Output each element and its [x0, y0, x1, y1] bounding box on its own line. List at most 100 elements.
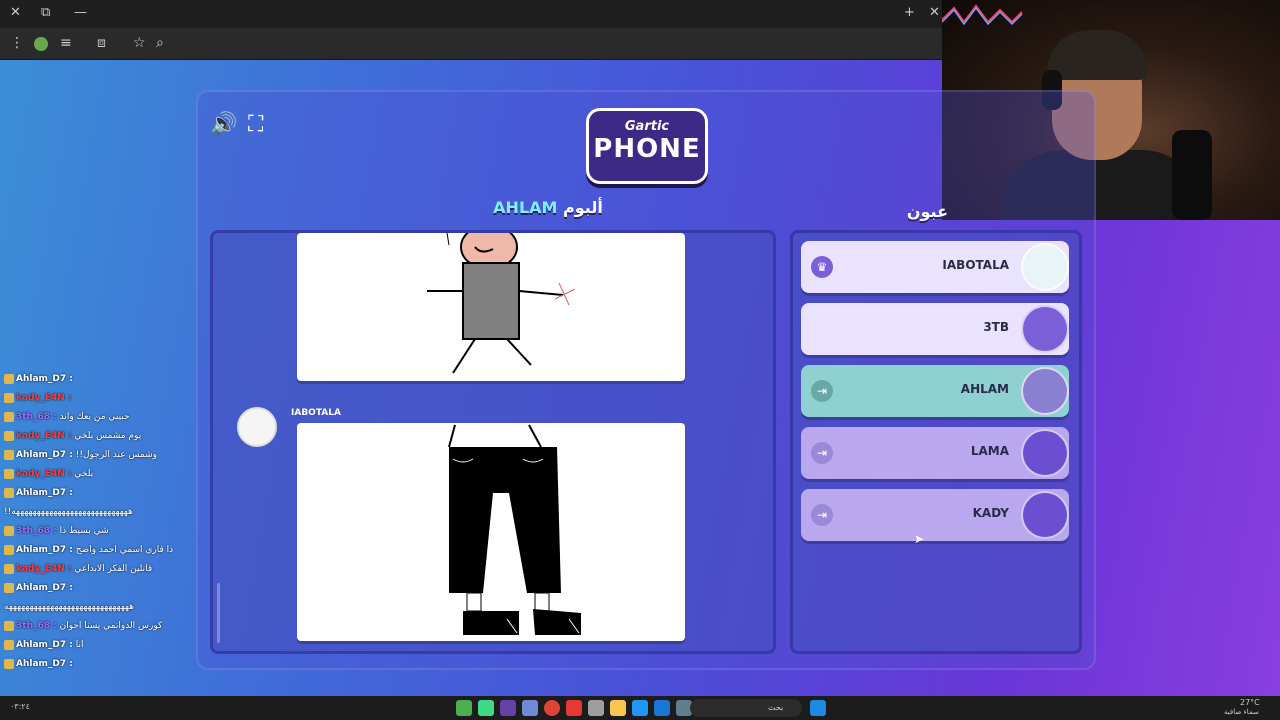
app-icon-7[interactable]	[588, 700, 604, 716]
menu-icon[interactable]: ⋮	[10, 35, 24, 51]
chat-username[interactable]: kady_E4N :	[16, 469, 72, 479]
chat-text: !!ههههههههههههههههههههههههههههه	[4, 507, 133, 517]
chat-message: 3th_68 : شي بسيط ذا	[0, 522, 196, 541]
player-avatar	[1021, 491, 1069, 539]
app-icon-2[interactable]	[478, 700, 494, 716]
empty-icon[interactable]	[811, 318, 833, 340]
album-prefix: ألبوم	[563, 198, 603, 217]
puzzle-icon[interactable]: ⧈	[97, 35, 106, 51]
extension-icon[interactable]	[34, 37, 48, 51]
tab-icon[interactable]: ⧉	[41, 5, 50, 20]
taskbar-search[interactable]: بحث	[690, 699, 802, 717]
volume-icon[interactable]: 🔊	[210, 112, 237, 137]
player-name: LAMA	[970, 444, 1009, 458]
drawing-pants	[448, 424, 581, 635]
weather-desc: سماء صافية	[1224, 708, 1259, 716]
chat-username[interactable]: 3th_68 :	[16, 526, 57, 536]
chat-badge-icon	[4, 449, 14, 460]
chrome-icon[interactable]	[544, 700, 560, 716]
reading-list-icon[interactable]: ≡	[60, 35, 72, 51]
chat-badge-icon	[4, 392, 14, 403]
chat-username[interactable]: Ahlam_D7 :	[16, 640, 73, 650]
chat-username[interactable]: Ahlam_D7 :	[16, 450, 73, 460]
search-icon[interactable]: ⌕	[156, 35, 164, 51]
player-avatar	[1021, 367, 1069, 415]
app-icon-6[interactable]	[566, 700, 582, 716]
app-icon-9[interactable]	[632, 700, 648, 716]
app-icon-1[interactable]	[456, 700, 472, 716]
folder-icon[interactable]	[610, 700, 626, 716]
chat-message: Ahlam_D7 : انا	[0, 636, 196, 655]
chat-message: !!ههههههههههههههههههههههههههههه	[0, 503, 196, 522]
twitch-icon[interactable]	[500, 700, 516, 716]
player-card[interactable]: ⇥ AHLAM	[801, 365, 1069, 417]
player-name: IABOTALA	[942, 258, 1009, 272]
tab-close-icon[interactable]: ✕	[929, 5, 940, 20]
album-panel[interactable]: IABOTALA	[210, 230, 776, 654]
stream-chat: Ahlam_D7 : kady_E4N : 3th_68 : حبيبي من …	[0, 370, 196, 695]
chat-badge-icon	[4, 525, 14, 536]
exit-icon[interactable]: ⇥	[811, 442, 833, 464]
discord-icon[interactable]	[522, 700, 538, 716]
chat-text: انا	[75, 640, 84, 650]
player-card[interactable]: ⇥ LAMA	[801, 427, 1069, 479]
album-owner: AHLAM	[493, 198, 558, 217]
chat-username[interactable]: kady_E4N :	[16, 393, 72, 403]
chat-message: kady_E4N : قاتلين الفكر الابداعي	[0, 560, 196, 579]
chat-badge-icon	[4, 373, 14, 384]
mouse-cursor: ➤	[914, 532, 925, 546]
chat-message: Ahlam_D7 :	[0, 655, 196, 674]
close-icon[interactable]: ✕	[10, 5, 21, 20]
drawing-2	[297, 423, 685, 641]
album-scrollbar[interactable]	[217, 583, 220, 643]
author-avatar	[237, 407, 277, 447]
chat-text: بلخي	[74, 469, 94, 479]
author-name: IABOTALA	[291, 408, 341, 418]
chat-message: Ahlam_D7 : !!وشمس عند الرجول	[0, 446, 196, 465]
exit-icon[interactable]: ⇥	[811, 504, 833, 526]
logo-bottom-text: PHONE	[593, 134, 701, 164]
chat-username[interactable]: Ahlam_D7 :	[16, 488, 73, 498]
chat-text: يوم مشمس بلخي	[74, 431, 142, 441]
players-panel: ♛ IABOTALA 3TB ⇥ AHLAM ⇥ LAMA ⇥ KADY	[790, 230, 1082, 654]
windows-icon[interactable]	[810, 700, 826, 716]
chat-badge-icon	[4, 487, 14, 498]
chat-badge-icon	[4, 411, 14, 422]
chat-username[interactable]: Ahlam_D7 :	[16, 374, 73, 384]
player-card[interactable]: 3TB	[801, 303, 1069, 355]
player-name: 3TB	[983, 320, 1009, 334]
chat-badge-icon	[4, 563, 14, 574]
app-icon-10[interactable]	[654, 700, 670, 716]
chat-text: !!وشمس عند الرجول	[75, 450, 158, 460]
players-title: عبون	[906, 202, 948, 221]
webcam-microphone	[1172, 130, 1212, 220]
chat-message: kady_E4N : يوم مشمس بلخي	[0, 427, 196, 446]
chat-username[interactable]: Ahlam_D7 :	[16, 583, 73, 593]
chat-text: ذا قاري اسمي احمد واضح	[75, 545, 174, 555]
chat-username[interactable]: 3th_68 :	[16, 412, 57, 422]
weather-temp: 27°C	[1240, 698, 1260, 707]
fullscreen-icon[interactable]: ⛶	[248, 112, 263, 137]
webcam-hair	[1047, 30, 1147, 80]
chat-badge-icon	[4, 468, 14, 479]
taskbar: ٠٣:٢٤ بحث 27°C سماء صافية	[0, 696, 1280, 720]
neon-sign	[942, 4, 1023, 26]
chat-message: Ahlam_D7 :	[0, 484, 196, 503]
chat-username[interactable]: Ahlam_D7 :	[16, 659, 73, 669]
player-name: KADY	[972, 506, 1009, 520]
minimize-icon[interactable]: —	[74, 5, 87, 20]
chat-text: حبيبي من يعك واند	[59, 412, 130, 422]
chat-text: كورس الدوانمي يسنا احوان	[59, 621, 163, 631]
chat-username[interactable]: Ahlam_D7 :	[16, 545, 73, 555]
player-card[interactable]: ♛ IABOTALA	[801, 241, 1069, 293]
exit-icon[interactable]: ⇥	[811, 380, 833, 402]
search-placeholder: بحث	[768, 703, 784, 712]
chat-username[interactable]: kady_E4N :	[16, 564, 72, 574]
chat-text: قاتلين الفكر الابداعي	[74, 564, 153, 574]
new-tab-icon[interactable]: +	[904, 5, 915, 20]
player-card[interactable]: ⇥ KADY	[801, 489, 1069, 541]
chat-username[interactable]: 3th_68 :	[16, 621, 57, 631]
star-icon[interactable]: ☆	[133, 35, 146, 51]
chat-username[interactable]: kady_E4N :	[16, 431, 72, 441]
player-name: AHLAM	[960, 382, 1009, 396]
